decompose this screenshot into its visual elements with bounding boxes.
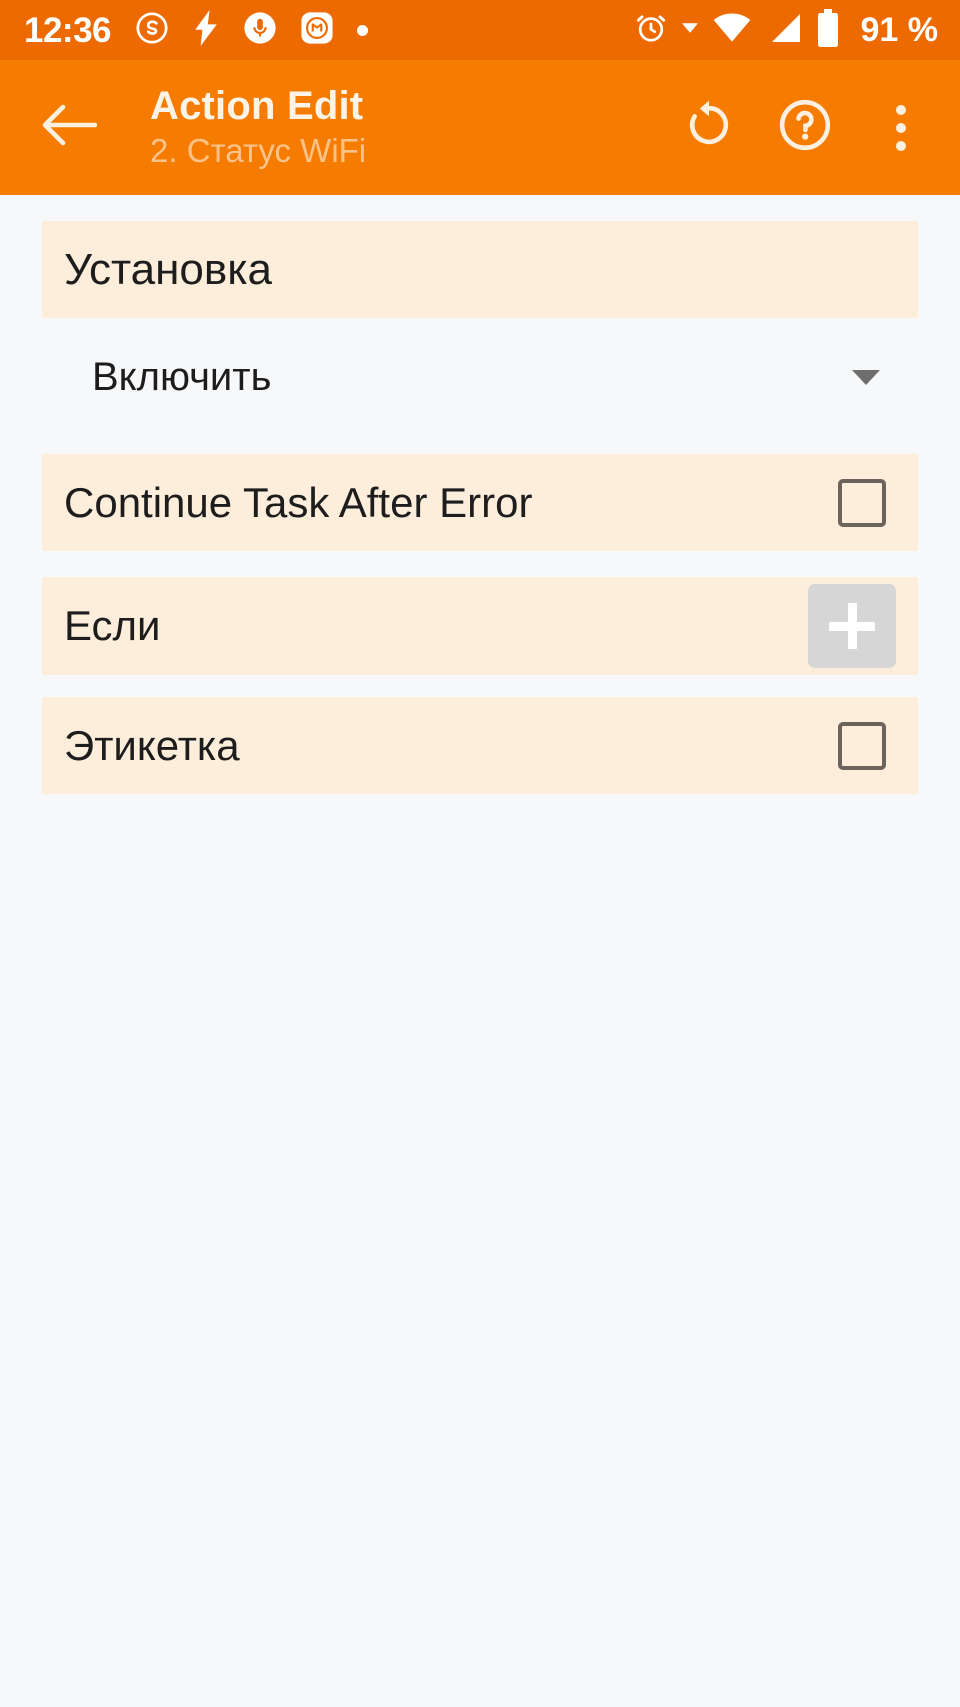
action-edit-form: Установка Включить Continue Task After E…	[0, 195, 960, 1707]
continue-task-after-error-checkbox[interactable]	[838, 478, 886, 527]
section-header-label: Установка	[64, 247, 272, 292]
chevron-down-icon	[852, 369, 880, 385]
overflow-menu-icon	[896, 122, 906, 133]
page-title: Action Edit	[150, 84, 364, 129]
app-bar-actions	[678, 97, 932, 159]
label-row-checkbox[interactable]	[838, 721, 886, 770]
mi-app-icon	[300, 11, 334, 50]
overflow-menu-button[interactable]	[870, 97, 932, 159]
reset-icon	[683, 99, 735, 156]
if-condition-label: Если	[64, 605, 161, 647]
back-button[interactable]	[38, 97, 100, 159]
label-row[interactable]: Этикетка	[42, 697, 918, 794]
overflow-menu-icon	[896, 140, 906, 151]
label-row-label: Этикетка	[64, 724, 240, 767]
status-system-icons: 91 %	[634, 8, 939, 52]
wifi-icon	[712, 12, 752, 49]
page-subtitle: 2. Статус WiFi	[150, 131, 367, 169]
section-header-ustanovka: Установка	[42, 221, 918, 318]
battery-icon	[816, 8, 840, 52]
help-button[interactable]	[774, 97, 836, 159]
dropdown-triangle-icon	[681, 20, 698, 41]
charging-bolt-icon	[192, 9, 220, 51]
skype-icon	[135, 11, 169, 50]
action-spinner[interactable]: Включить	[42, 318, 918, 436]
continue-task-after-error-row[interactable]: Continue Task After Error	[42, 454, 918, 551]
status-clock: 12:36	[24, 10, 112, 50]
arrow-left-icon	[41, 103, 98, 152]
microphone-icon	[243, 11, 277, 50]
action-spinner-value: Включить	[92, 357, 272, 397]
app-bar: Action Edit 2. Статус WiFi	[0, 60, 960, 195]
dot-icon	[357, 24, 369, 36]
add-condition-button[interactable]	[808, 584, 896, 668]
battery-percentage: 91 %	[860, 11, 939, 49]
help-icon	[778, 98, 832, 157]
alarm-clock-icon	[634, 11, 668, 50]
cellular-signal-icon	[766, 12, 802, 49]
status-notification-icons	[135, 9, 369, 51]
status-bar: 12:36 91 %	[0, 0, 960, 60]
app-bar-titles: Action Edit 2. Статус WiFi	[150, 84, 678, 171]
continue-task-after-error-label: Continue Task After Error	[64, 481, 533, 524]
if-condition-row[interactable]: Если	[42, 577, 918, 675]
overflow-menu-icon	[896, 104, 906, 115]
reset-button[interactable]	[678, 97, 740, 159]
